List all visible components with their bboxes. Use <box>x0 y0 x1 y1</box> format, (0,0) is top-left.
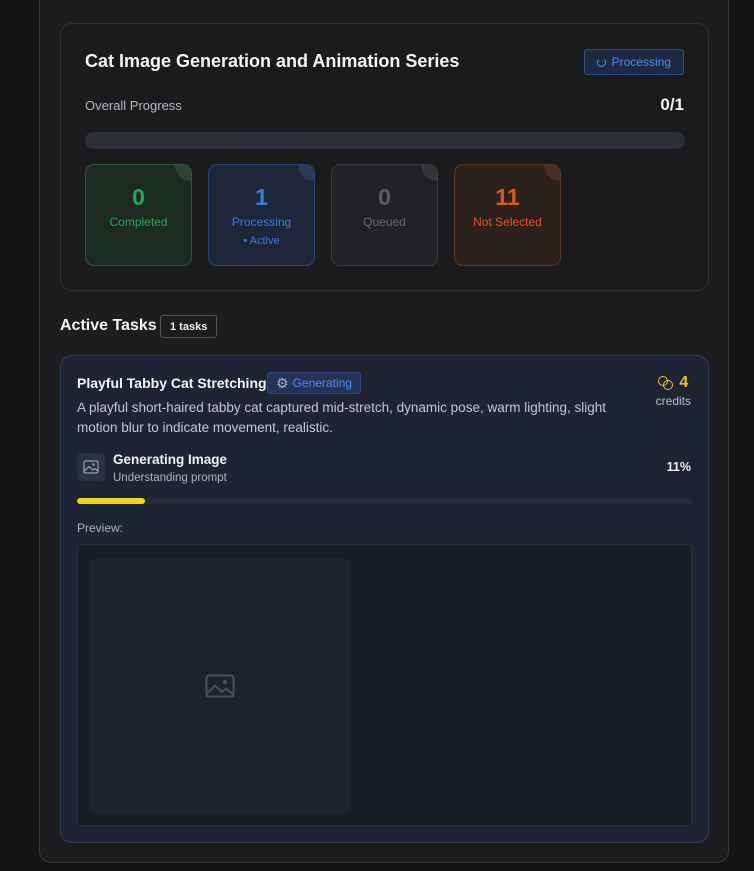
series-title: Cat Image Generation and Animation Serie… <box>85 51 460 71</box>
image-placeholder-icon <box>205 674 235 698</box>
step-progress-bar <box>77 498 692 504</box>
task-card[interactable]: Playful Tabby Cat Stretching ⚙ Generatin… <box>60 355 709 843</box>
stat-processing-label: Processing <box>231 215 292 229</box>
overall-progress-count: 0/1 <box>660 95 684 114</box>
stat-not-selected: 11 Not Selected <box>454 164 561 266</box>
stat-completed-value: 0 <box>132 184 145 210</box>
stat-queued-label: Queued <box>363 215 406 229</box>
stat-completed-label: Completed <box>109 215 168 229</box>
stat-corner-decoration <box>544 165 560 181</box>
overall-progress-label: Overall Progress <box>85 98 182 113</box>
overall-progress-bar <box>85 132 685 149</box>
coins-icon <box>658 376 674 390</box>
step-percent: 11% <box>666 460 691 474</box>
series-card: Cat Image Generation and Animation Serie… <box>60 23 709 291</box>
preview-image-slot <box>91 558 349 814</box>
step-progress-fill <box>77 498 145 504</box>
stat-not-selected-value: 11 <box>495 184 520 210</box>
stat-corner-decoration <box>298 165 314 181</box>
credits-value: 4 <box>679 374 689 391</box>
stat-not-selected-label: Not Selected <box>473 215 542 229</box>
stat-queued: 0 Queued <box>331 164 438 266</box>
tasks-count-badge: 1 tasks <box>160 315 218 338</box>
task-status-badge: ⚙ Generating <box>267 372 361 394</box>
stat-completed: 0 Completed <box>85 164 192 266</box>
gear-icon: ⚙ <box>276 375 289 391</box>
image-icon <box>77 453 105 481</box>
credits-label: credits <box>655 394 691 408</box>
task-description: A playful short-haired tabby cat capture… <box>77 400 606 435</box>
stat-processing-value: 1 <box>255 184 268 210</box>
step-subtitle: Understanding prompt <box>113 472 227 484</box>
stat-processing-sub: • Active <box>243 235 280 247</box>
stat-corner-decoration <box>421 165 437 181</box>
task-credits: 4 credits <box>656 374 691 408</box>
preview-label: Preview: <box>77 521 124 535</box>
stat-processing: 1 Processing • Active <box>208 164 315 266</box>
preview-area <box>77 544 692 826</box>
series-status-badge: Processing <box>583 49 684 75</box>
step-title: Generating Image <box>113 452 228 467</box>
task-title: Playful Tabby Cat Stretching <box>77 375 267 391</box>
stat-corner-decoration <box>175 165 191 181</box>
stat-queued-value: 0 <box>378 184 391 210</box>
task-status-label: Generating <box>292 376 352 390</box>
series-status-label: Processing <box>611 55 671 69</box>
spinner-icon <box>596 57 606 67</box>
active-tasks-heading: Active Tasks <box>60 317 157 334</box>
